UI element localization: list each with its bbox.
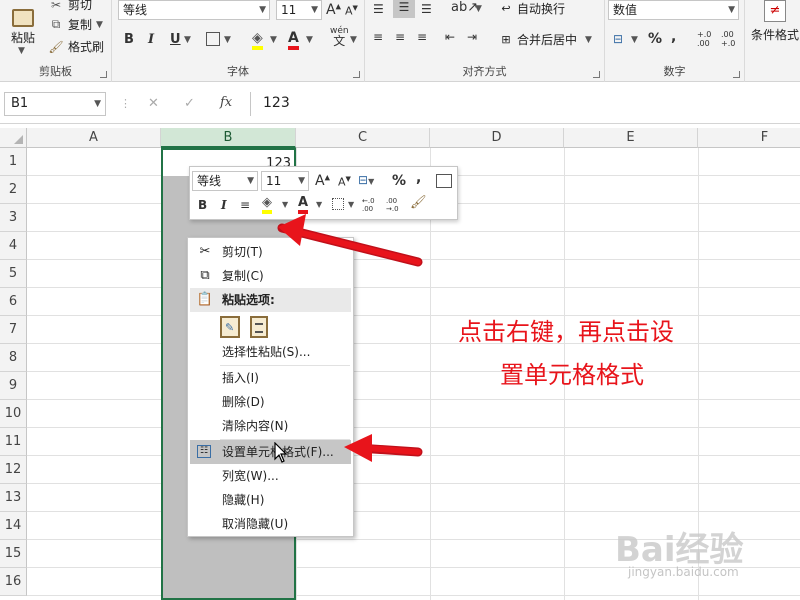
arrow-to-mini-toolbar	[277, 214, 423, 267]
arrow-to-format-cells	[344, 434, 423, 462]
annotation-arrows	[277, 214, 423, 462]
annotation-text-line2: 置单元格格式	[500, 361, 644, 389]
annotation-text-line1: 点击右键，再点击设	[458, 318, 674, 346]
watermark-logo: Bai经验	[615, 530, 744, 570]
watermark-url: jingyan.baidu.com	[628, 565, 739, 579]
